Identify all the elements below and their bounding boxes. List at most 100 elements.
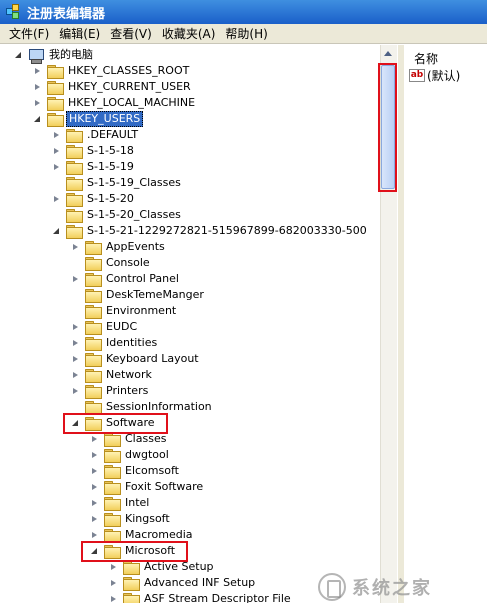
tree-node[interactable]: AppEvents bbox=[71, 239, 167, 255]
expand-arrow-icon[interactable] bbox=[52, 131, 61, 140]
scroll-up-arrow-icon[interactable] bbox=[381, 47, 395, 61]
tree-node[interactable]: ASF Stream Descriptor File bbox=[109, 591, 293, 603]
collapse-arrow-icon[interactable] bbox=[14, 51, 23, 60]
tree-node[interactable]: DeskTemeManger bbox=[71, 287, 206, 303]
expand-arrow-icon[interactable] bbox=[71, 387, 80, 396]
tree-node-label[interactable]: Classes bbox=[123, 432, 168, 446]
expand-arrow-icon[interactable] bbox=[33, 83, 42, 92]
tree-node-label[interactable]: AppEvents bbox=[104, 240, 167, 254]
tree-node-label[interactable]: Keyboard Layout bbox=[104, 352, 201, 366]
tree-node-label[interactable]: Printers bbox=[104, 384, 150, 398]
tree-node-label[interactable]: Environment bbox=[104, 304, 178, 318]
tree-node-label[interactable]: S-1-5-19_Classes bbox=[85, 176, 183, 190]
tree-node[interactable]: Printers bbox=[71, 383, 150, 399]
tree-node-label[interactable]: S-1-5-20_Classes bbox=[85, 208, 183, 222]
tree-node-label[interactable]: HKEY_CURRENT_USER bbox=[66, 80, 193, 94]
tree-node-label[interactable]: 我的电脑 bbox=[47, 48, 95, 62]
tree-node[interactable]: EUDC bbox=[71, 319, 139, 335]
tree-node-label[interactable]: S-1-5-21-1229272821-515967899-682003330-… bbox=[85, 224, 369, 238]
expand-arrow-icon[interactable] bbox=[71, 323, 80, 332]
expand-arrow-icon[interactable] bbox=[109, 563, 118, 572]
tree-node[interactable]: Advanced INF Setup bbox=[109, 575, 257, 591]
tree-node-label[interactable]: Identities bbox=[104, 336, 159, 350]
tree-node[interactable]: Kingsoft bbox=[90, 511, 172, 527]
column-header-name[interactable]: 名称 bbox=[414, 50, 438, 67]
expand-arrow-icon[interactable] bbox=[109, 595, 118, 603]
expand-arrow-icon[interactable] bbox=[52, 163, 61, 172]
tree-node[interactable]: Software bbox=[71, 415, 157, 431]
tree-node[interactable]: .DEFAULT bbox=[52, 127, 140, 143]
tree-node-label[interactable]: Advanced INF Setup bbox=[142, 576, 257, 590]
tree-node-label[interactable]: HKEY_USERS bbox=[66, 111, 144, 127]
collapse-arrow-icon[interactable] bbox=[33, 115, 42, 124]
tree-node-label[interactable]: Console bbox=[104, 256, 152, 270]
tree-node-label[interactable]: dwgtool bbox=[123, 448, 171, 462]
tree-node[interactable]: Macromedia bbox=[90, 527, 195, 543]
tree-node[interactable]: S-1-5-20 bbox=[52, 191, 136, 207]
menu-favorites[interactable]: 收藏夹(A) bbox=[157, 24, 221, 44]
tree-node-label[interactable]: Control Panel bbox=[104, 272, 181, 286]
value-row-default[interactable]: ab (默认) bbox=[409, 67, 460, 84]
tree-node[interactable]: Control Panel bbox=[71, 271, 181, 287]
tree-node[interactable]: Intel bbox=[90, 495, 151, 511]
expand-arrow-icon[interactable] bbox=[52, 195, 61, 204]
tree-node-label[interactable]: S-1-5-19 bbox=[85, 160, 136, 174]
tree-node[interactable]: S-1-5-21-1229272821-515967899-682003330-… bbox=[52, 223, 369, 239]
tree-node-label[interactable]: Macromedia bbox=[123, 528, 195, 542]
expand-arrow-icon[interactable] bbox=[90, 499, 99, 508]
collapse-arrow-icon[interactable] bbox=[71, 419, 80, 428]
tree-node[interactable]: HKEY_CLASSES_ROOT bbox=[33, 63, 191, 79]
tree-node[interactable]: HKEY_CURRENT_USER bbox=[33, 79, 193, 95]
tree-node-label[interactable]: Intel bbox=[123, 496, 151, 510]
tree-node[interactable]: 我的电脑 bbox=[14, 47, 95, 64]
tree-node[interactable]: Active Setup bbox=[109, 559, 216, 575]
tree-node[interactable]: Elcomsoft bbox=[90, 463, 181, 479]
tree-node[interactable]: HKEY_LOCAL_MACHINE bbox=[33, 95, 197, 111]
tree-node-label[interactable]: Active Setup bbox=[142, 560, 216, 574]
registry-tree-pane[interactable]: 我的电脑 HKEY_CLASSES_ROOT HKEY_CURRENT_USER HK… bbox=[0, 45, 400, 603]
tree-node[interactable]: HKEY_USERS bbox=[33, 111, 144, 127]
expand-arrow-icon[interactable] bbox=[33, 67, 42, 76]
tree-node-label[interactable]: DeskTemeManger bbox=[104, 288, 206, 302]
tree-node-label[interactable]: EUDC bbox=[104, 320, 139, 334]
menu-view[interactable]: 查看(V) bbox=[105, 24, 157, 44]
collapse-arrow-icon[interactable] bbox=[90, 547, 99, 556]
expand-arrow-icon[interactable] bbox=[90, 435, 99, 444]
tree-node[interactable]: S-1-5-20_Classes bbox=[52, 207, 183, 223]
collapse-arrow-icon[interactable] bbox=[52, 227, 61, 236]
tree-node[interactable]: S-1-5-18 bbox=[52, 143, 136, 159]
tree-node-label[interactable]: Kingsoft bbox=[123, 512, 172, 526]
expand-arrow-icon[interactable] bbox=[90, 515, 99, 524]
tree-node[interactable]: Foxit Software bbox=[90, 479, 205, 495]
expand-arrow-icon[interactable] bbox=[109, 579, 118, 588]
tree-node[interactable]: Console bbox=[71, 255, 152, 271]
expand-arrow-icon[interactable] bbox=[71, 371, 80, 380]
menu-edit[interactable]: 编辑(E) bbox=[54, 24, 105, 44]
tree-node-label[interactable]: Microsoft bbox=[123, 544, 177, 558]
tree-node[interactable]: SessionInformation bbox=[71, 399, 214, 415]
tree-node-label[interactable]: .DEFAULT bbox=[85, 128, 140, 142]
tree-node-label[interactable]: Foxit Software bbox=[123, 480, 205, 494]
tree-node[interactable]: Identities bbox=[71, 335, 159, 351]
expand-arrow-icon[interactable] bbox=[90, 483, 99, 492]
expand-arrow-icon[interactable] bbox=[90, 531, 99, 540]
tree-node-label[interactable]: S-1-5-20 bbox=[85, 192, 136, 206]
tree-node[interactable]: Keyboard Layout bbox=[71, 351, 201, 367]
tree-node[interactable]: Environment bbox=[71, 303, 178, 319]
expand-arrow-icon[interactable] bbox=[90, 451, 99, 460]
tree-node[interactable]: Network bbox=[71, 367, 154, 383]
menu-file[interactable]: 文件(F) bbox=[4, 24, 54, 44]
tree-node-label[interactable]: Network bbox=[104, 368, 154, 382]
expand-arrow-icon[interactable] bbox=[71, 355, 80, 364]
tree-node[interactable]: Microsoft bbox=[90, 543, 177, 559]
tree-node-label[interactable]: ASF Stream Descriptor File bbox=[142, 592, 293, 603]
tree-node-label[interactable]: Elcomsoft bbox=[123, 464, 181, 478]
tree-node-label[interactable]: Software bbox=[104, 416, 157, 430]
tree-node-label[interactable]: SessionInformation bbox=[104, 400, 214, 414]
expand-arrow-icon[interactable] bbox=[90, 467, 99, 476]
tree-node-label[interactable]: HKEY_CLASSES_ROOT bbox=[66, 64, 191, 78]
tree-node[interactable]: Classes bbox=[90, 431, 168, 447]
tree-node-label[interactable]: HKEY_LOCAL_MACHINE bbox=[66, 96, 197, 110]
expand-arrow-icon[interactable] bbox=[71, 339, 80, 348]
scrollbar-thumb[interactable] bbox=[381, 65, 395, 189]
